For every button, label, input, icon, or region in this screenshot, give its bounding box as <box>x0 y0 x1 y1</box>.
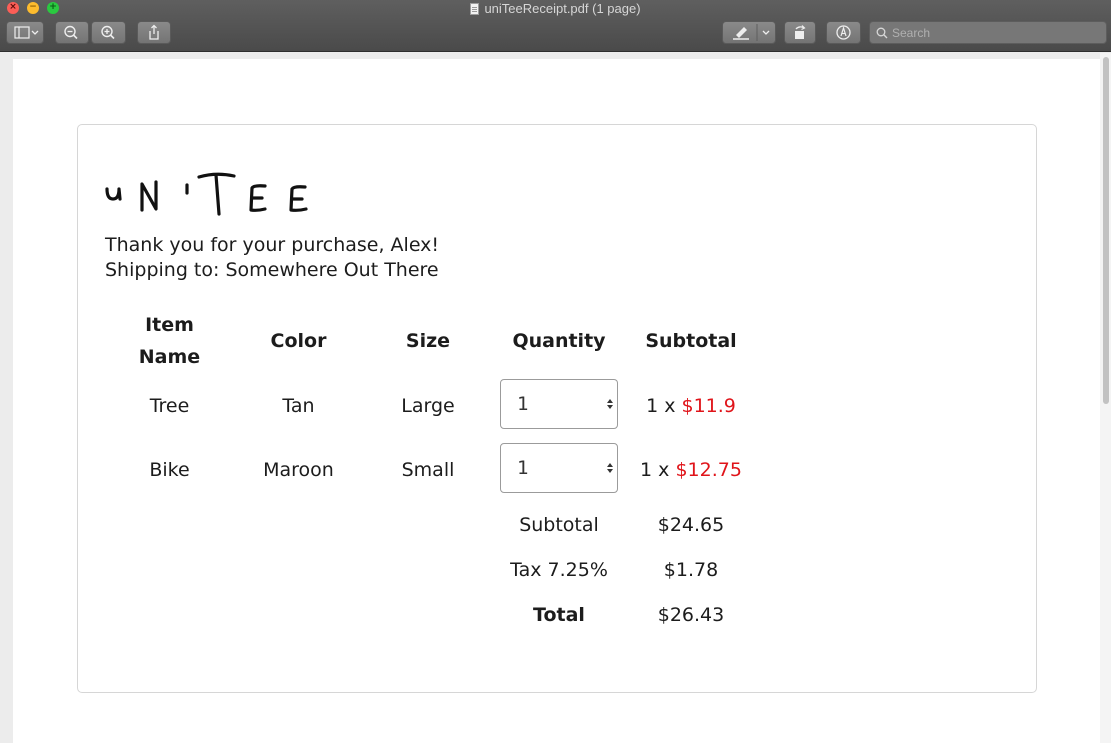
item-quantity-cell <box>493 438 625 502</box>
highlighter-icon <box>733 24 770 41</box>
search-field[interactable] <box>869 21 1107 44</box>
search-icon <box>876 27 888 39</box>
item-name: Bike <box>149 459 190 481</box>
pdf-document-icon <box>470 3 480 15</box>
header-color: Color <box>270 330 327 352</box>
item-size: Small <box>401 459 455 481</box>
window-title: uniTeeReceipt.pdf (1 page) <box>0 0 1111 17</box>
markup-toolbar-button[interactable] <box>826 21 861 44</box>
table-row: Tree Tan Large 1 x <box>105 374 757 438</box>
header-quantity: Quantity <box>512 330 606 352</box>
zoom-out-icon <box>64 25 78 40</box>
subtotal-value: $24.65 <box>657 513 725 536</box>
quantity-input[interactable] <box>501 443 601 492</box>
rotate-icon <box>795 25 806 39</box>
item-color: Tan <box>282 395 315 417</box>
item-qty-prefix: 1 x <box>646 395 676 417</box>
total-value: $26.43 <box>657 603 725 626</box>
unitee-logo <box>105 172 308 216</box>
search-input[interactable] <box>892 24 1102 42</box>
share-icon <box>149 24 159 40</box>
document-view[interactable]: Thank you for your purchase, Alex! Shipp… <box>0 53 1111 743</box>
receipt-card: Thank you for your purchase, Alex! Shipp… <box>77 124 1037 693</box>
item-color: Maroon <box>263 459 334 481</box>
scrollbar-thumb[interactable] <box>1103 57 1109 404</box>
tax-label: Tax 7.25% <box>510 558 608 581</box>
quantity-stepper[interactable] <box>500 442 618 493</box>
window-title-text: uniTeeReceipt.pdf (1 page) <box>484 1 641 16</box>
tax-value: $1.78 <box>663 558 719 581</box>
tax-row: Tax 7.25% $1.78 <box>105 547 757 592</box>
zoom-in-icon <box>101 25 115 40</box>
subtotal-label: Subtotal <box>519 513 599 536</box>
quantity-input[interactable] <box>501 379 601 428</box>
subtotal-row: Subtotal $24.65 <box>105 502 757 547</box>
highlight-menu-button[interactable] <box>722 21 776 44</box>
receipt-table: Item Name Color Size Quantity Subtotal T… <box>105 308 757 637</box>
share-button[interactable] <box>137 21 171 44</box>
sidebar-icon <box>14 26 39 39</box>
stepper-arrows-icon[interactable] <box>606 461 614 475</box>
total-row: Total $26.43 <box>105 592 757 637</box>
item-name: Tree <box>149 395 190 417</box>
item-subtotal: 1 x $11.9 <box>625 374 757 438</box>
quantity-stepper[interactable] <box>500 378 618 429</box>
item-subtotal: 1 x $12.75 <box>625 438 757 502</box>
item-qty-prefix: 1 x <box>640 459 670 481</box>
header-item-name: Item Name <box>138 314 201 368</box>
greeting-block: Thank you for your purchase, Alex! Shipp… <box>105 233 439 283</box>
zoom-out-button[interactable] <box>55 21 89 44</box>
sidebar-toggle-button[interactable] <box>6 21 44 44</box>
header-subtotal: Subtotal <box>645 330 737 352</box>
header-size: Size <box>405 330 451 352</box>
markup-pen-icon <box>836 25 851 40</box>
table-header-row: Item Name Color Size Quantity Subtotal <box>105 308 757 374</box>
item-size: Large <box>401 395 455 417</box>
vertical-scrollbar[interactable] <box>1100 53 1111 743</box>
item-price: $12.75 <box>675 459 742 481</box>
item-quantity-cell <box>493 374 625 438</box>
total-label: Total <box>533 603 585 626</box>
pdf-page: Thank you for your purchase, Alex! Shipp… <box>13 59 1100 743</box>
rotate-button[interactable] <box>784 21 816 44</box>
shipping-address: Shipping to: Somewhere Out There <box>105 259 439 281</box>
item-price: $11.9 <box>681 395 736 417</box>
window-toolbar: × − + uniTeeReceipt.pdf (1 page) <box>0 0 1111 52</box>
thank-you-message: Thank you for your purchase, Alex! <box>105 234 440 256</box>
stepper-arrows-icon[interactable] <box>606 397 614 411</box>
zoom-in-button[interactable] <box>91 21 126 44</box>
table-row: Bike Maroon Small 1 x <box>105 438 757 502</box>
